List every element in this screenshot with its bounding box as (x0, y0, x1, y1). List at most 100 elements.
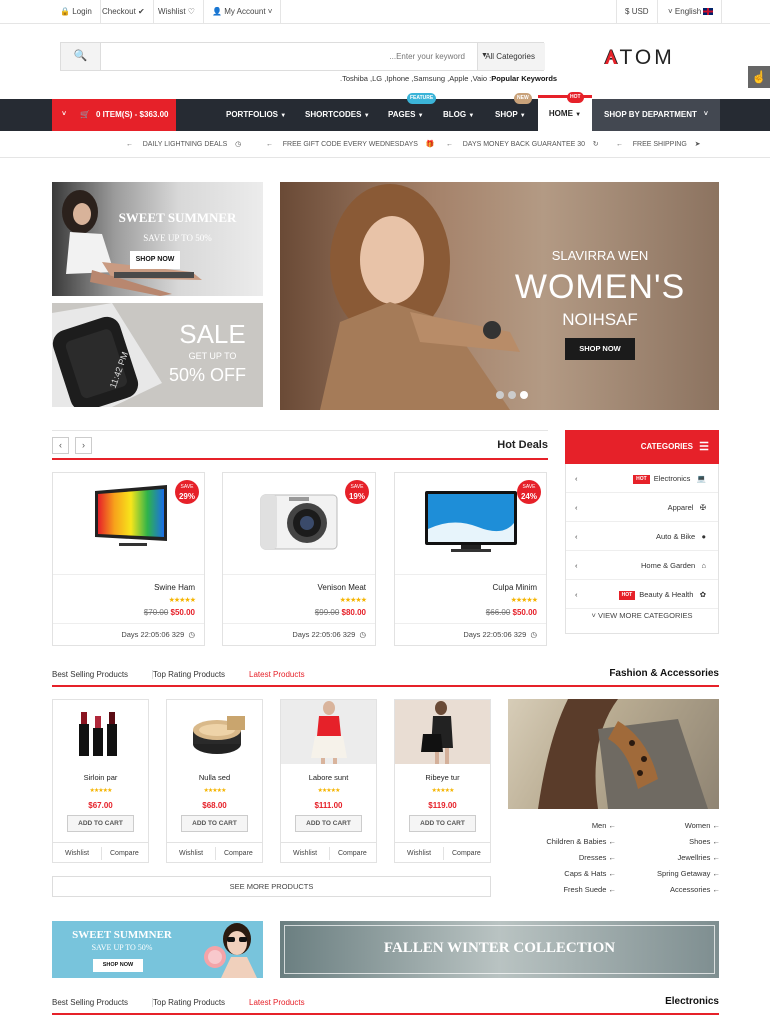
search-button[interactable]: 🔍 (61, 43, 101, 70)
tab-best-selling[interactable]: Best Selling Products (52, 670, 128, 679)
fashion-cat-accessories[interactable]: Accessories ← (612, 885, 720, 894)
product-card[interactable]: Ribeye tur ★★★★★ $119.00 ADD TO CART Wis… (394, 699, 491, 863)
shop-by-department[interactable]: SHOP BY DEPARTMENT ˅ (592, 99, 720, 131)
product-name[interactable]: Swine Ham (154, 583, 195, 592)
sweet-summer-banner[interactable]: SWEET SUMMNER SAVE UP TO 50% SHOP NOW (52, 182, 263, 296)
tab-latest[interactable]: Latest Products (249, 670, 305, 679)
add-to-cart-button[interactable]: ADD TO CART (409, 815, 476, 832)
slider-dot[interactable] (508, 391, 516, 399)
fashion-cat-men[interactable]: Men ← (508, 821, 616, 830)
banner-title: SWEET SUMMNER (118, 210, 237, 225)
sale-title: SALE (179, 319, 246, 349)
sale-banner[interactable]: 11:42 PM SALE GET UP TO 50% OFF (52, 303, 263, 407)
wishlist-link[interactable]: Wishlist ♡ (150, 0, 204, 24)
tab-top-rating[interactable]: Top Rating Products (152, 670, 225, 679)
currency-select[interactable]: $ USD (616, 0, 658, 24)
nav-blog[interactable]: BLOG ▼ (443, 99, 474, 131)
compare-button[interactable]: Compare (338, 843, 367, 864)
logo-text: ATOM (604, 46, 675, 69)
nav-portfolios[interactable]: PORTFOLIOS ▼ (226, 99, 286, 131)
slider-dot[interactable] (496, 391, 504, 399)
product-card[interactable]: Labore sunt ★★★★★ $111.00 ADD TO CART Wi… (280, 699, 377, 863)
compare-button[interactable]: Compare (224, 843, 253, 864)
view-more-categories[interactable]: ˅ VIEW MORE CATEGORIES (566, 611, 718, 620)
search-input[interactable] (105, 43, 471, 70)
tab-latest[interactable]: Latest Products (249, 998, 305, 1007)
fashion-cat-shoes[interactable]: Shoes ← (612, 837, 720, 846)
shop-now-button[interactable]: SHOP NOW (130, 251, 180, 269)
promo-item[interactable]: ← FREE SHIPPING ➤ (616, 132, 700, 158)
categories-header[interactable]: CATEGORIES ☰ (565, 430, 719, 464)
product-card[interactable]: Sirloin par ★★★★★ $67.00 ADD TO CART Wis… (52, 699, 149, 863)
category-item-beauty-health[interactable]: ‹ HOT Beauty & Health ✿ (566, 580, 718, 609)
product-name[interactable]: Venison Meat (318, 583, 366, 592)
product-name[interactable]: Nulla sed (167, 773, 262, 782)
fashion-cat-jewellries[interactable]: Jewellries ← (612, 853, 720, 862)
wishlist-button[interactable]: Wishlist (65, 843, 89, 864)
fashion-cat-spring[interactable]: Spring Getaway ← (612, 869, 720, 878)
hero-slider[interactable]: SLAVIRRA WEN WOMEN'S NOIHSAF SHOP NOW (280, 182, 719, 410)
fashion-cat-women[interactable]: Women ← (612, 821, 720, 830)
feature-tag: FEATURE (407, 93, 437, 104)
product-price: $111.00 (314, 801, 343, 810)
product-name[interactable]: Ribeye tur (395, 773, 490, 782)
bottom-sweet-summer-banner[interactable]: SWEET SUMMNER SAVE UP TO 50% SHOP NOW (52, 921, 263, 978)
nav-shortcodes[interactable]: SHORTCODES ▼ (305, 99, 370, 131)
deal-card[interactable]: SAVE 29% Swine Ham ★★★★★ $70.00 $50.00 Da… (52, 472, 205, 646)
wishlist-button[interactable]: Wishlist (293, 843, 317, 864)
product-card[interactable]: Nulla sed ★★★★★ $68.00 ADD TO CART Wishl… (166, 699, 263, 863)
see-more-products-button[interactable]: SEE MORE PRODUCTS (52, 876, 491, 897)
hand-pointer-icon: ☝ (751, 70, 767, 84)
add-to-cart-button[interactable]: ADD TO CART (67, 815, 134, 832)
smartwatch-image (52, 303, 162, 407)
nav-home[interactable]: HOME ▼ (538, 95, 592, 131)
slider-dot-active[interactable] (520, 391, 528, 399)
wishlist-button[interactable]: Wishlist (179, 843, 203, 864)
fashion-cat-caps[interactable]: Caps & Hats ← (508, 869, 616, 878)
atom-logo[interactable]: ATOM (604, 45, 712, 69)
winter-collection-banner[interactable]: FALLEN WINTER COLLECTION (280, 921, 719, 978)
next-button[interactable]: › (75, 437, 92, 454)
prev-button[interactable]: ‹ (52, 437, 69, 454)
add-to-cart-button[interactable]: ADD TO CART (181, 815, 248, 832)
product-name[interactable]: Labore sunt (281, 773, 376, 782)
deal-card[interactable]: SAVE 24% Culpa Minim ★★★★★ $66.00 $50.00 … (394, 472, 547, 646)
promo-item[interactable]: ← DAILY LIGHTNING DEALS ◷ (126, 132, 241, 158)
deal-card[interactable]: SAVE 19% Venison Meat ★★★★★ $99.00 $80.00… (222, 472, 376, 646)
checkout-link[interactable]: Checkout ✔ (94, 0, 154, 24)
product-name[interactable]: Culpa Minim (493, 583, 537, 592)
hero-shop-now-button[interactable]: SHOP NOW (565, 338, 635, 360)
chevron-left-icon: ‹ (59, 440, 62, 450)
product-name[interactable]: Sirloin par (53, 773, 148, 782)
clock-icon: ◷ (359, 630, 366, 639)
clock-icon: ◷ (530, 630, 537, 639)
promo-item[interactable]: ← FREE GIFT CODE EVERY WEDNESDAYS 🎁 (266, 132, 434, 158)
category-item-apparel[interactable]: ‹ Apparel ✠ (566, 493, 718, 522)
card-actions: Wishlist Compare (281, 842, 376, 863)
fashion-cat-dresses[interactable]: Dresses ← (508, 853, 616, 862)
rating-stars: ★★★★★ (89, 788, 113, 794)
popular-keywords: .Toshiba ,LG ,Iphone ,Samsung ,Apple ,Va… (340, 74, 558, 83)
language-select[interactable]: ˅ English (660, 0, 723, 24)
fashion-cat-suede[interactable]: Fresh Suede ← (508, 885, 616, 894)
clock-icon: ◷ (235, 141, 242, 148)
card-actions: Wishlist Compare (395, 842, 490, 863)
chevron-down-icon: ˅ (703, 111, 708, 118)
fashion-cat-children[interactable]: Children & Babies ← (508, 837, 616, 846)
fashion-feature-image[interactable] (508, 699, 719, 809)
person-icon: ✠ (699, 503, 706, 512)
compare-button[interactable]: Compare (110, 843, 139, 864)
category-item-home-garden[interactable]: ‹ Home & Garden ⌂ (566, 551, 718, 580)
wishlist-button[interactable]: Wishlist (407, 843, 431, 864)
compare-button[interactable]: Compare (452, 843, 481, 864)
category-item-electronics[interactable]: ‹ HOT Electronics 💻 (566, 464, 718, 493)
my-account-link[interactable]: 👤 My Account ˅ (204, 0, 282, 24)
cart-button[interactable]: ˅ 🛒 0 ITEM(S) - $363.00 (52, 99, 176, 131)
tab-top-rating[interactable]: Top Rating Products (152, 998, 225, 1007)
side-tool-button[interactable]: ☝ (748, 66, 770, 88)
shop-now-button[interactable]: SHOP NOW (93, 959, 143, 972)
add-to-cart-button[interactable]: ADD TO CART (295, 815, 362, 832)
tab-best-selling[interactable]: Best Selling Products (52, 998, 128, 1007)
promo-item[interactable]: ← DAYS MONEY BACK GUARANTEE 30 ↻ (446, 132, 599, 158)
category-item-auto-bike[interactable]: ‹ Auto & Bike ● (566, 522, 718, 551)
